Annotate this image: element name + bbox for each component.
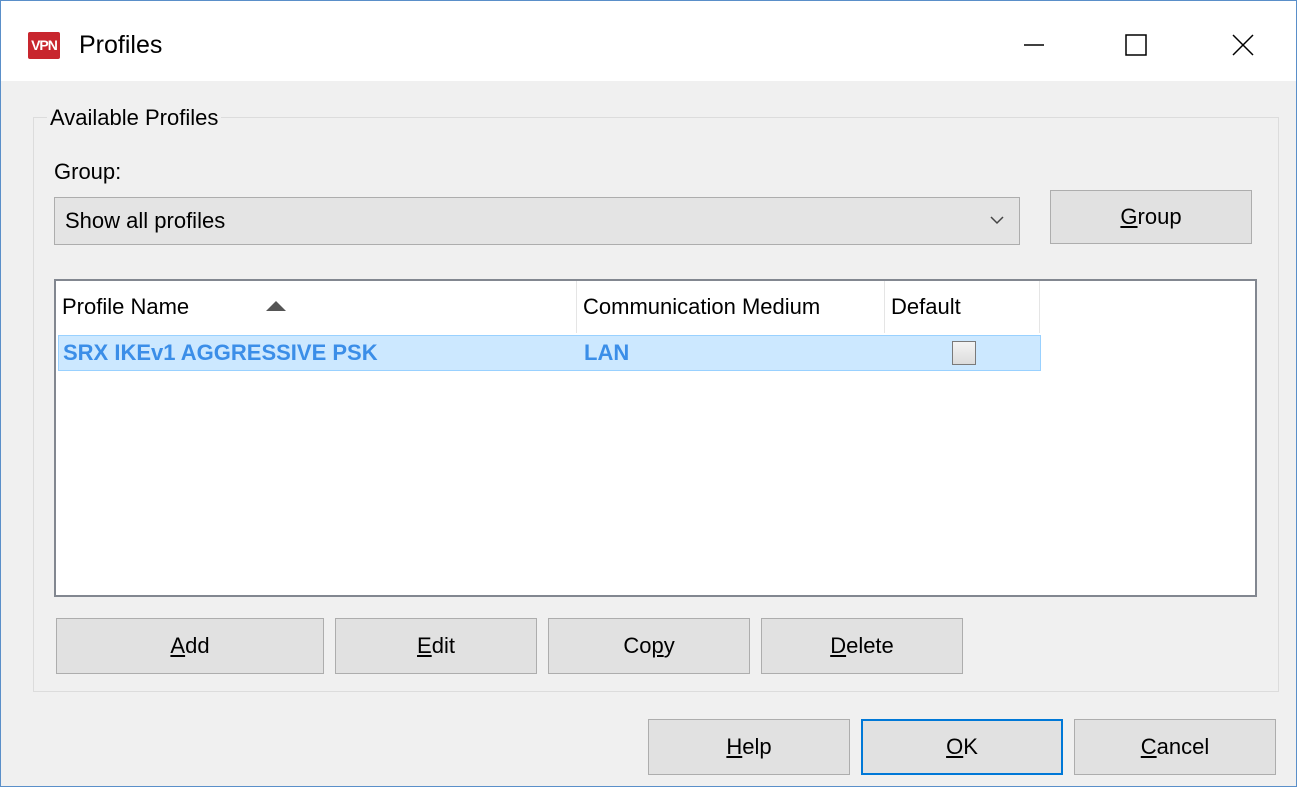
help-button-mnemonic: H <box>726 734 743 759</box>
profiles-dialog: VPN Profiles Available Profiles Group: S… <box>0 0 1297 787</box>
add-button-mnemonic: A <box>170 633 186 658</box>
edit-button-label: Edit <box>417 633 455 659</box>
help-button[interactable]: Help <box>648 719 850 775</box>
column-header-default[interactable]: Default <box>885 281 1040 333</box>
copy-button-label: Copy <box>623 633 674 659</box>
delete-button-mnemonic: D <box>830 633 847 658</box>
table-row[interactable]: SRX IKEv1 AGGRESSIVE PSK LAN <box>58 335 1041 371</box>
cancel-button-mnemonic: C <box>1140 734 1157 759</box>
add-button-label-rest: dd <box>185 633 210 658</box>
add-button[interactable]: Add <box>56 618 324 674</box>
delete-button-label-rest: elete <box>846 633 894 658</box>
ok-button-mnemonic: O <box>946 734 964 759</box>
cancel-button-label: Cancel <box>1141 734 1209 760</box>
add-button-label: Add <box>170 633 209 659</box>
close-icon <box>1232 34 1254 56</box>
column-header-communication-medium[interactable]: Communication Medium <box>577 281 885 333</box>
ok-button[interactable]: OK <box>861 719 1063 775</box>
vpn-app-icon: VPN <box>28 32 60 59</box>
column-header-communication-medium-label: Communication Medium <box>583 294 821 319</box>
groupbox-title: Available Profiles <box>47 105 222 131</box>
cell-profile-name: SRX IKEv1 AGGRESSIVE PSK <box>63 340 378 365</box>
help-button-label: Help <box>726 734 771 760</box>
close-button[interactable] <box>1203 15 1283 75</box>
title-bar[interactable]: VPN Profiles <box>1 1 1296 81</box>
default-checkbox[interactable] <box>952 341 976 365</box>
help-button-label-rest: elp <box>742 734 772 759</box>
copy-button-label-pre: Co <box>623 633 652 658</box>
cancel-button-label-rest: ancel <box>1156 734 1210 759</box>
group-select[interactable]: Show all profiles <box>54 197 1020 245</box>
group-button-label-rest: roup <box>1137 204 1182 229</box>
cancel-button[interactable]: Cancel <box>1074 719 1276 775</box>
column-header-profile-name-label: Profile Name <box>62 294 190 319</box>
profiles-list[interactable]: Profile Name Communication Medium Defaul… <box>54 279 1257 597</box>
group-select-value: Show all profiles <box>65 208 226 233</box>
delete-button-label: Delete <box>830 633 894 659</box>
column-header-profile-name[interactable]: Profile Name <box>56 281 577 333</box>
edit-button[interactable]: Edit <box>335 618 537 674</box>
window-title: Profiles <box>79 31 163 59</box>
edit-button-label-rest: dit <box>431 633 455 658</box>
group-label: Group: <box>54 159 122 184</box>
copy-button-label-rest: y <box>663 633 675 658</box>
maximize-button[interactable] <box>1096 15 1176 75</box>
column-header-default-label: Default <box>891 294 961 319</box>
group-button-label: Group <box>1120 204 1181 230</box>
copy-button[interactable]: Copy <box>548 618 750 674</box>
group-button-mnemonic: G <box>1120 204 1138 229</box>
edit-button-mnemonic: E <box>417 633 432 658</box>
chevron-down-icon <box>990 216 1004 225</box>
ok-button-label-rest: K <box>963 734 978 759</box>
group-button[interactable]: Group <box>1050 190 1252 244</box>
minimize-icon <box>1024 44 1044 46</box>
ok-button-label: OK <box>946 734 978 760</box>
maximize-icon <box>1125 34 1147 56</box>
delete-button[interactable]: Delete <box>761 618 963 674</box>
cell-communication-medium: LAN <box>584 340 630 365</box>
minimize-button[interactable] <box>994 15 1074 75</box>
copy-button-mnemonic: p <box>651 633 664 658</box>
sort-ascending-icon <box>266 301 286 311</box>
